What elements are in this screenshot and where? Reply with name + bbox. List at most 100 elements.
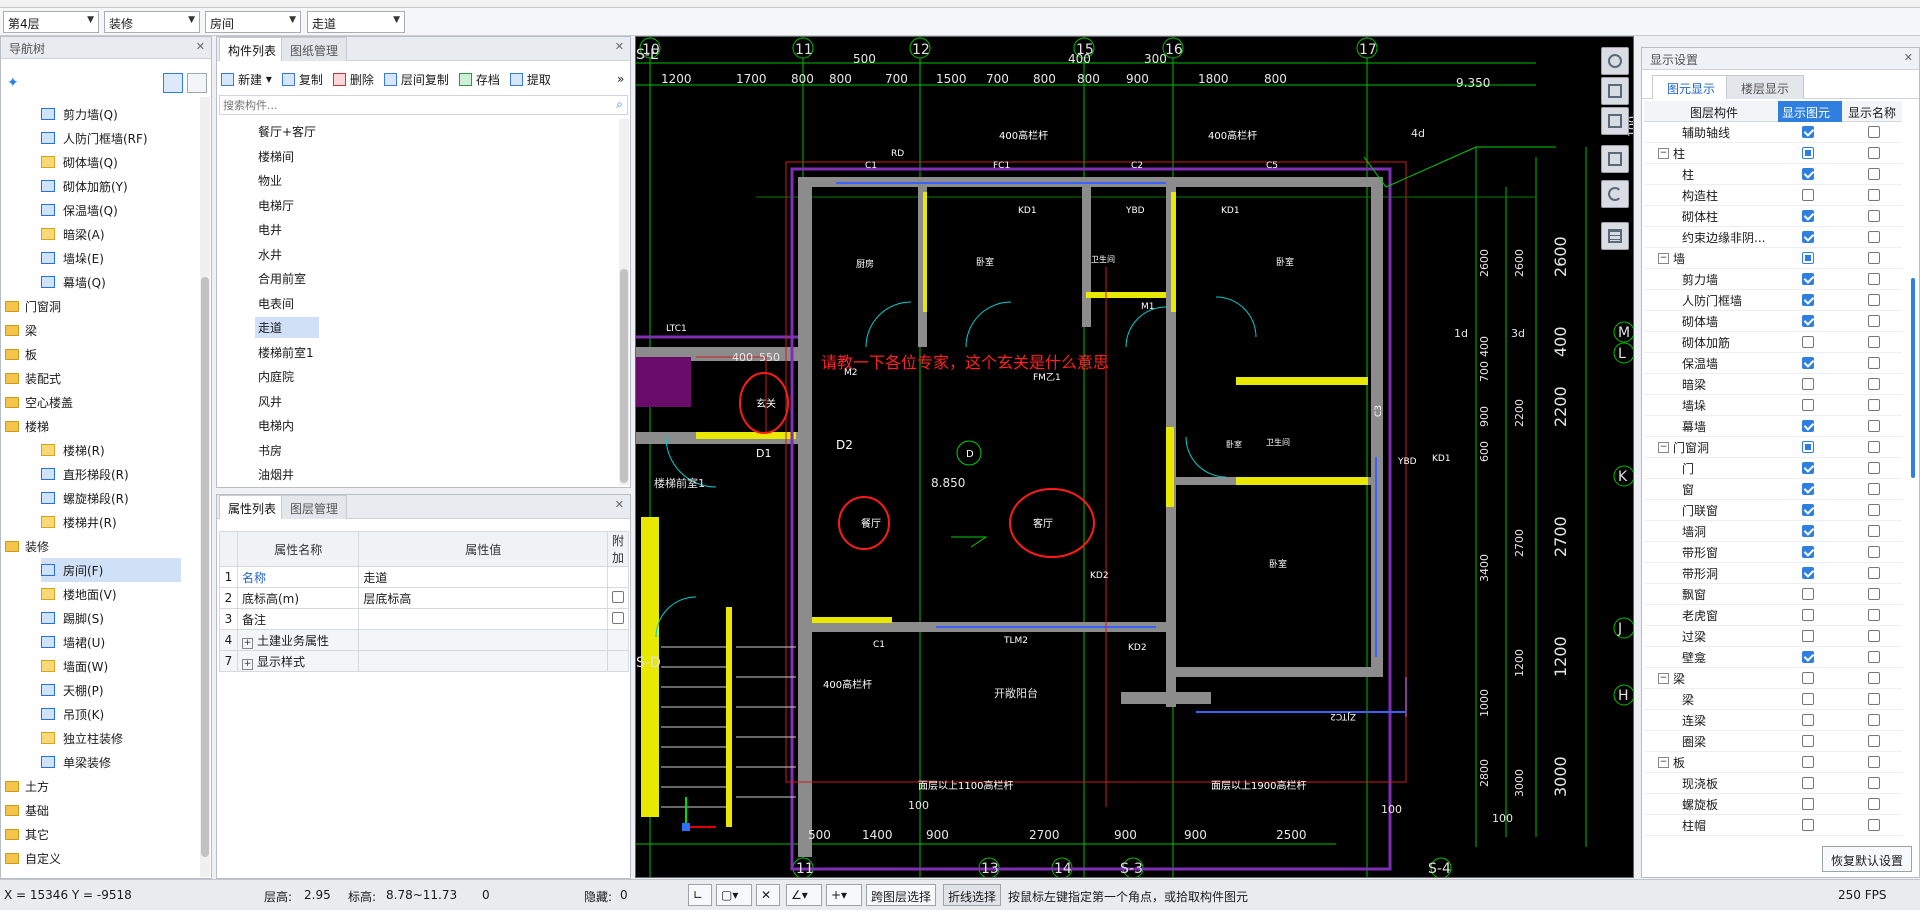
ortho-toggle[interactable]: ∟ [688, 884, 712, 906]
show-element-checkbox[interactable] [1802, 525, 1814, 537]
show-element-checkbox[interactable] [1802, 441, 1814, 453]
component-list-item[interactable]: 物业 [255, 170, 285, 191]
nav-tree-item[interactable]: 独立柱装修 [41, 726, 123, 750]
nav-tree-item[interactable]: 直形梯段(R) [41, 462, 129, 486]
component-list-item[interactable]: 内庭院 [255, 366, 297, 387]
show-name-checkbox[interactable] [1868, 630, 1880, 642]
component-list-item[interactable]: 油烟井 [255, 464, 297, 485]
show-name-checkbox[interactable] [1868, 315, 1880, 327]
show-name-checkbox[interactable] [1868, 378, 1880, 390]
display-scroll-thumb[interactable] [1911, 278, 1915, 478]
more-icon[interactable]: » [617, 72, 624, 86]
show-element-checkbox[interactable] [1802, 735, 1814, 747]
list-view-icon[interactable] [163, 73, 183, 93]
show-name-checkbox[interactable] [1868, 756, 1880, 768]
show-element-checkbox[interactable] [1802, 189, 1814, 201]
component-select[interactable]: 房间 ▼ [205, 11, 301, 33]
nav-tree-item[interactable]: 墙垛(E) [41, 246, 104, 270]
sparkle-icon[interactable]: ✦ [7, 75, 19, 91]
tab-floor-display[interactable]: 楼层显示 [1726, 75, 1805, 99]
component-search[interactable]: ⌕ [219, 95, 628, 115]
tab-layer-manage[interactable]: 图层管理 [281, 495, 348, 519]
tab-property-list[interactable]: 属性列表 [219, 495, 286, 519]
show-name-checkbox[interactable] [1868, 504, 1880, 516]
nav-tree-item[interactable]: 剪力墙(Q) [41, 102, 118, 126]
show-element-checkbox[interactable] [1802, 357, 1814, 369]
layer-row[interactable]: 老虎窗 [1644, 605, 1902, 626]
layer-row[interactable]: 暗梁 [1644, 374, 1902, 395]
nav-tree-item[interactable]: 吊顶(K) [41, 702, 104, 726]
show-name-checkbox[interactable] [1868, 189, 1880, 201]
layer-row[interactable]: 圈梁 [1644, 731, 1902, 752]
table-button[interactable] [1601, 222, 1629, 250]
show-element-checkbox[interactable] [1802, 294, 1814, 306]
show-name-checkbox[interactable] [1868, 693, 1880, 705]
floor-plan-drawing[interactable]: 10 11 12 15 16 171200 1700 800 800 700 1500 700 800 8… [636, 37, 1634, 878]
show-element-checkbox[interactable] [1802, 483, 1814, 495]
polyline-select-button[interactable]: 折线选择 [943, 884, 1002, 906]
close-icon[interactable]: ✕ [196, 40, 205, 53]
nav-tree-item[interactable]: 空心楼盖 [5, 390, 73, 414]
layer-row[interactable]: 梁 [1644, 689, 1902, 710]
reset-default-button[interactable]: 恢复默认设置 [1822, 846, 1912, 872]
layer-row[interactable]: 墙垛 [1644, 395, 1902, 416]
show-name-checkbox[interactable] [1868, 147, 1880, 159]
nav-tree-item[interactable]: 楼梯井(R) [41, 510, 117, 534]
show-element-checkbox[interactable] [1802, 546, 1814, 558]
layer-row[interactable]: 柱 [1644, 164, 1902, 185]
close-icon[interactable]: ✕ [615, 498, 624, 511]
nav-tree-item[interactable]: 楼地面(V) [41, 582, 117, 606]
show-name-checkbox[interactable] [1868, 168, 1880, 180]
nav-scroll-thumb[interactable] [201, 277, 209, 857]
show-element-checkbox[interactable] [1802, 588, 1814, 600]
show-name-checkbox[interactable] [1868, 210, 1880, 222]
show-element-checkbox[interactable] [1802, 336, 1814, 348]
expand-icon[interactable]: + [241, 658, 253, 670]
layer-row[interactable]: 剪力墙 [1644, 269, 1902, 290]
component-list-item[interactable]: 合用前室 [255, 268, 309, 289]
delete-button[interactable]: 删除 [332, 71, 374, 88]
show-name-checkbox[interactable] [1868, 714, 1880, 726]
expand-icon[interactable]: + [241, 637, 253, 649]
show-element-checkbox[interactable] [1802, 126, 1814, 138]
show-name-checkbox[interactable] [1868, 567, 1880, 579]
layer-row[interactable]: 飘窗 [1644, 584, 1902, 605]
property-row[interactable]: 2 底标高(m) 层底标高 [219, 587, 629, 609]
show-element-checkbox[interactable] [1802, 504, 1814, 516]
show-name-checkbox[interactable] [1868, 651, 1880, 663]
nav-tree-item[interactable]: 其它 [5, 822, 49, 846]
nav-tree-item[interactable]: 自定义 [5, 846, 61, 870]
show-element-checkbox[interactable] [1802, 819, 1814, 831]
show-element-checkbox[interactable] [1802, 693, 1814, 705]
show-name-checkbox[interactable] [1868, 588, 1880, 600]
show-name-checkbox[interactable] [1868, 294, 1880, 306]
show-element-checkbox[interactable] [1802, 756, 1814, 768]
show-name-checkbox[interactable] [1868, 231, 1880, 243]
new-button[interactable]: 新建 ▾ [221, 71, 272, 88]
component-search-input[interactable] [220, 96, 600, 114]
layer-row[interactable]: 门 [1644, 458, 1902, 479]
extra-checkbox[interactable] [612, 611, 624, 624]
tab-drawing-manage[interactable]: 图纸管理 [281, 37, 348, 61]
layer-row[interactable]: 带形窗 [1644, 542, 1902, 563]
property-value[interactable]: 走道 [358, 566, 608, 588]
nav-tree-item[interactable]: 梁 [5, 318, 37, 342]
extra-checkbox[interactable] [612, 590, 624, 603]
extract-button[interactable]: 提取 [509, 71, 551, 88]
show-element-checkbox[interactable] [1802, 168, 1814, 180]
show-element-checkbox[interactable] [1802, 252, 1814, 264]
nav-tree-item[interactable]: 人防门框墙(RF) [41, 126, 148, 150]
component-list-item[interactable]: 水井 [255, 244, 285, 265]
nav-tree-item[interactable]: 板 [5, 342, 37, 366]
cad-viewport[interactable]: 10 11 12 15 16 17 1200 1700 800 800 700 1500 700 800 8… [635, 36, 1634, 878]
layer-row[interactable]: 砌体柱 [1644, 206, 1902, 227]
nav-tree-item[interactable]: 螺旋梯段(R) [41, 486, 129, 510]
layer-row[interactable]: 门联窗 [1644, 500, 1902, 521]
layer-row[interactable]: 保温墙 [1644, 353, 1902, 374]
component-list-item[interactable]: 楼梯前室1 [255, 342, 317, 363]
layer-row[interactable]: 约束边缘非阴... [1644, 227, 1902, 248]
show-element-checkbox[interactable] [1802, 777, 1814, 789]
view-rotate-button[interactable] [1601, 47, 1629, 75]
nav-tree-item[interactable]: 砌体加筋(Y) [41, 174, 128, 198]
show-element-checkbox[interactable] [1802, 399, 1814, 411]
